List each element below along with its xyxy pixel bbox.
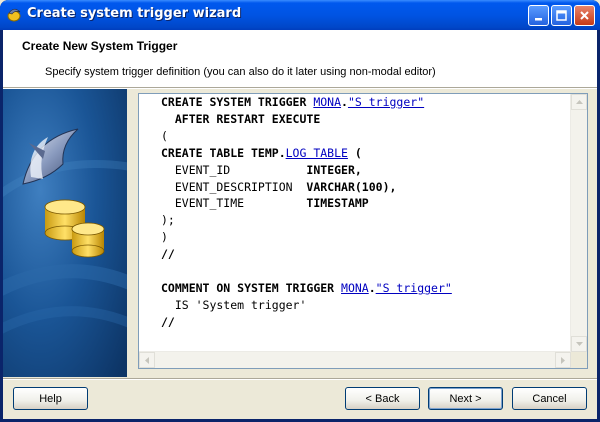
maximize-icon <box>556 10 567 21</box>
sql-editor[interactable]: CREATE SYSTEM TRIGGER MONA."S trigger" A… <box>138 93 588 369</box>
trigger-name-link[interactable]: "S trigger" <box>348 95 424 109</box>
footer-divider-highlight <box>3 379 597 380</box>
wizard-header: Create New System Trigger Specify system… <box>3 30 597 88</box>
maximize-button[interactable] <box>551 5 572 26</box>
cancel-button[interactable]: Cancel <box>512 387 587 410</box>
window-title: Create system trigger wizard <box>27 6 242 21</box>
column-name: EVENT_DESCRIPTION <box>161 179 293 194</box>
chevron-right-icon <box>561 356 565 364</box>
column-type: INTEGER, <box>306 162 362 177</box>
page-title: Create New System Trigger <box>22 39 178 53</box>
trigger-name-link[interactable]: "S trigger" <box>376 281 452 295</box>
code-line: AFTER RESTART EXECUTE <box>161 111 321 126</box>
sql-code[interactable]: CREATE SYSTEM TRIGGER MONA."S trigger" A… <box>161 94 452 331</box>
scrollbar-corner <box>571 352 587 368</box>
chevron-left-icon <box>145 356 149 364</box>
code-dot: . <box>368 280 376 295</box>
page-subtitle: Specify system trigger definition (you c… <box>45 66 436 78</box>
code-line: // <box>161 247 175 262</box>
title-bar[interactable]: Create system trigger wizard <box>0 0 600 30</box>
code-line: ( <box>161 128 168 143</box>
code-line: // <box>161 314 175 329</box>
schema-link[interactable]: MONA <box>341 281 369 295</box>
vertical-scrollbar[interactable] <box>570 94 587 352</box>
back-button-label: < Back <box>365 392 400 405</box>
code-paren: ( <box>347 145 362 160</box>
dolphin-database-illustration <box>3 89 127 377</box>
minimize-button[interactable] <box>528 5 549 26</box>
chevron-up-icon <box>575 100 583 104</box>
help-button[interactable]: Help <box>13 387 88 410</box>
minimize-icon <box>535 18 542 21</box>
code-line: CREATE SYSTEM TRIGGER <box>161 95 314 109</box>
next-button[interactable]: Next > <box>428 387 503 410</box>
side-illustration-panel <box>3 89 127 377</box>
scroll-left-button[interactable] <box>139 352 155 368</box>
scroll-right-button[interactable] <box>555 352 571 368</box>
wizard-body: Create New System Trigger Specify system… <box>3 30 597 419</box>
chevron-down-icon <box>575 342 583 346</box>
column-type: VARCHAR(100), <box>306 179 397 194</box>
code-line: COMMENT ON SYSTEM TRIGGER <box>161 280 342 295</box>
horizontal-scrollbar[interactable] <box>139 351 571 368</box>
cancel-button-label: Cancel <box>532 392 567 405</box>
scroll-up-button[interactable] <box>571 94 587 110</box>
help-button-label: Help <box>39 392 62 405</box>
back-button[interactable]: < Back <box>345 387 420 410</box>
wizard-window: Create system trigger wizard Create New … <box>0 0 600 422</box>
column-name: EVENT_TIME <box>161 196 245 211</box>
table-name-link[interactable]: LOG TABLE <box>286 146 348 160</box>
app-icon <box>7 8 21 22</box>
scroll-down-button[interactable] <box>571 336 587 352</box>
code-line: ) <box>161 230 168 245</box>
code-line: ); <box>161 213 175 228</box>
schema-link[interactable]: MONA <box>313 95 341 109</box>
close-icon <box>580 11 589 20</box>
code-line: IS 'System trigger' <box>161 297 307 312</box>
column-type: TIMESTAMP <box>306 196 369 211</box>
next-button-label: Next > <box>449 392 482 405</box>
code-dot: . <box>341 95 348 109</box>
close-button[interactable] <box>574 5 595 26</box>
column-name: EVENT_ID <box>161 162 231 177</box>
code-line: CREATE TABLE TEMP. <box>161 145 286 160</box>
